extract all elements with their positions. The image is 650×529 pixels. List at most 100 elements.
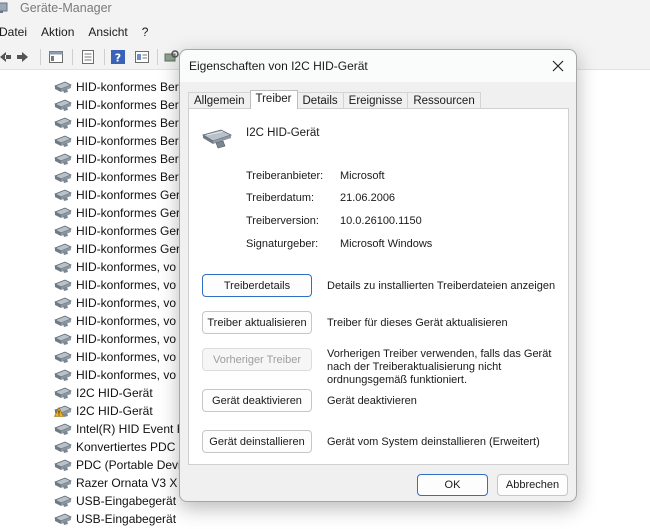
device-row[interactable]: HID-konformes Ber [54,150,179,168]
tab-ressourcen[interactable]: Ressourcen [407,92,481,109]
view-icon[interactable] [134,49,150,65]
hid-device-icon [54,386,72,400]
device-row[interactable]: HID-konformes, vo [54,348,176,366]
device-row[interactable]: HID-konformes, vo [54,366,176,384]
device-row[interactable]: HID-konformes, vo [54,258,176,276]
update-driver-button[interactable]: Treiber aktualisieren [202,311,312,334]
device-row[interactable]: HID-konformes Ber [54,96,179,114]
menu-ansicht[interactable]: Ansicht [81,25,134,39]
device-row[interactable]: HID-konformes, vo [54,276,176,294]
device-label: USB-Eingabegerät [76,494,177,508]
hid-device-icon [54,116,72,130]
hid-device-icon [54,440,72,454]
rollback-driver-button[interactable]: Vorheriger Treiber [202,348,312,371]
device-label: HID-konformes, vo [76,260,177,274]
device-label: Konvertiertes PDC ( [76,440,183,454]
hid-device-icon [54,260,72,274]
device-row[interactable]: USB-Eingabegerät [54,492,176,510]
device-label: I2C HID-Gerät [76,386,153,400]
device-row[interactable]: HID-konformes Ger [54,240,180,258]
device-row[interactable]: Konvertiertes PDC ( [54,438,183,456]
show-hidden-icon[interactable] [80,49,96,65]
toolbar-separator [104,49,105,65]
cancel-button[interactable]: Abbrechen [497,474,568,496]
driver-details-button[interactable]: Treiberdetails [202,274,312,297]
rollback-driver-desc: Vorherigen Treiber verwenden, falls das … [327,348,552,386]
device-row[interactable]: I2C HID-Gerät [54,384,153,402]
device-row[interactable]: I2C HID-Gerät [54,402,153,420]
version-label: Treiberversion: [246,215,319,227]
properties-dialog: Eigenschaften von I2C HID-Gerät Allgemei… [179,49,577,502]
device-row[interactable]: Intel(R) HID Event F [54,420,184,438]
disable-device-button[interactable]: Gerät deaktivieren [202,389,312,412]
hid-device-icon [54,278,72,292]
device-label: HID-konformes, vo [76,278,177,292]
provider-label: Treiberanbieter: [246,170,324,182]
menu-aktion[interactable]: Aktion [34,25,81,39]
device-row[interactable]: HID-konformes, vo [54,312,176,330]
menu-help[interactable]: ? [135,25,156,39]
device-row[interactable]: PDC (Portable Devic [54,456,187,474]
device-label: Razer Ornata V3 X [76,476,178,490]
device-label: HID-konformes Ger [76,188,181,202]
driver-details-desc: Details zu installierten Treiberdateien … [327,280,556,292]
tab-details[interactable]: Details [296,92,344,109]
hid-device-icon [54,332,72,346]
device-row[interactable]: Razer Ornata V3 X [54,474,177,492]
device-label: HID-konformes Ger [76,206,181,220]
device-label: HID-konformes, vo [76,350,177,364]
device-label: HID-konformes Ger [76,242,181,256]
version-value: 10.0.26100.1150 [340,215,422,227]
hid-device-icon [54,512,72,526]
device-row[interactable]: HID-konformes Ger [54,204,180,222]
toolbar-separator [72,49,73,65]
device-label: HID-konformes Ger [76,224,181,238]
forward-arrow-icon[interactable] [16,49,32,65]
menu-datei[interactable]: Datei [0,25,34,39]
properties-icon[interactable] [48,49,64,65]
device-label: HID-konformes, vo [76,332,177,346]
hid-device-icon [54,476,72,490]
device-label: I2C HID-Gerät [76,404,153,418]
device-manager-icon [0,2,8,14]
back-arrow-icon[interactable] [0,49,12,65]
uninstall-device-button[interactable]: Gerät deinstallieren [202,430,312,453]
driver-tab-panel: I2C HID-Gerät Treiberanbieter: Microsoft… [188,108,569,465]
device-label: HID-konformes Ber [76,134,179,148]
hid-device-icon [54,458,72,472]
hid-device-icon [54,368,72,382]
signer-label: Signaturgeber: [246,238,319,250]
device-row[interactable]: HID-konformes Ber [54,78,179,96]
close-button[interactable] [543,52,573,80]
hid-device-icon [54,422,72,436]
hid-device-icon [54,170,72,184]
device-row[interactable]: HID-konformes, vo [54,330,176,348]
device-label: HID-konformes Ber [76,152,179,166]
device-label: USB-Eingabegerät [76,512,177,526]
hid-device-icon [54,152,72,166]
device-row[interactable]: HID-konformes Ger [54,222,180,240]
device-label: HID-konformes Ber [76,116,179,130]
ok-button[interactable]: OK [417,474,488,496]
disable-device-desc: Gerät deaktivieren [327,395,417,407]
tab-strip: Allgemein Treiber Details Ereignisse Res… [188,90,481,109]
device-row[interactable]: USB-Eingabegerät [54,510,176,528]
hid-device-icon [54,206,72,220]
tab-ereignisse[interactable]: Ereignisse [342,92,409,109]
scan-hardware-icon[interactable] [163,49,179,65]
hid-device-icon [54,134,72,148]
tab-allgemein[interactable]: Allgemein [188,92,251,109]
close-icon [552,60,564,72]
provider-value: Microsoft [340,170,385,182]
device-row[interactable]: HID-konformes Ber [54,114,179,132]
device-name: I2C HID-Gerät [246,127,320,139]
device-row[interactable]: HID-konformes Ber [54,168,179,186]
tab-treiber[interactable]: Treiber [249,90,298,109]
dialog-title: Eigenschaften von I2C HID-Gerät [189,59,368,73]
device-row[interactable]: HID-konformes Ger [54,186,180,204]
help-icon[interactable]: ? [110,49,126,65]
device-label: HID-konformes Ber [76,98,179,112]
device-row[interactable]: HID-konformes Ber [54,132,179,150]
device-row[interactable]: HID-konformes, vo [54,294,176,312]
device-label: HID-konformes Ber [76,80,179,94]
